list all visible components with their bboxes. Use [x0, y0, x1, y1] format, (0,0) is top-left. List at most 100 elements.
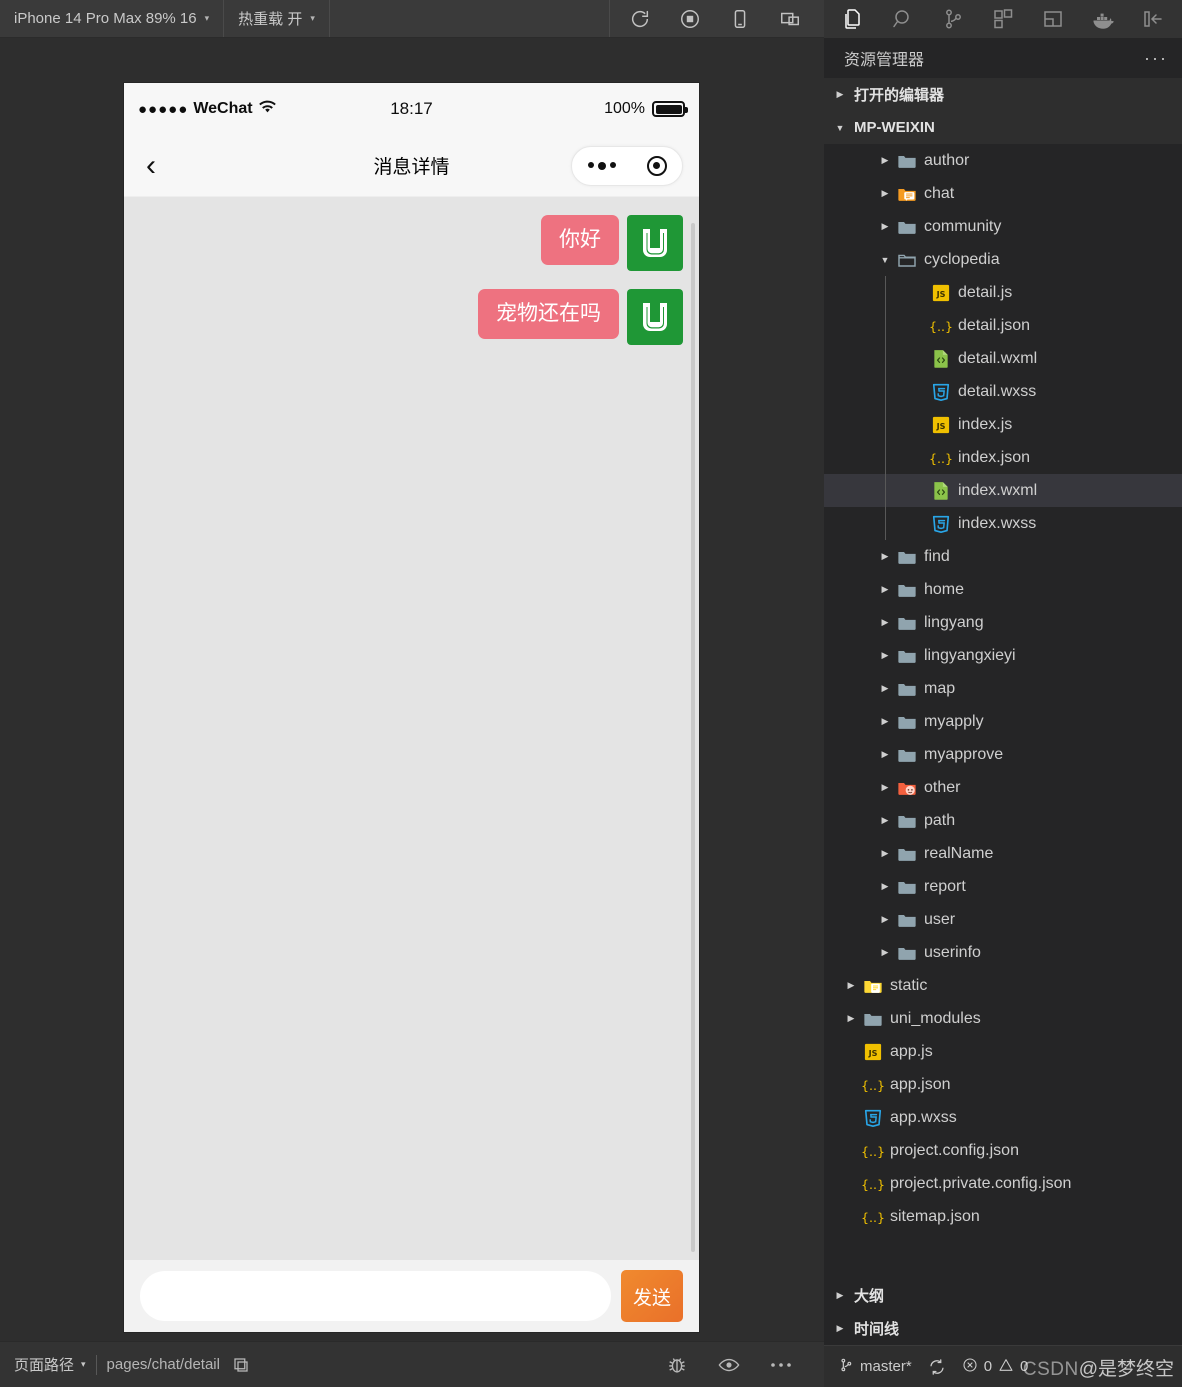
device-icon[interactable] — [728, 7, 752, 31]
chevron-right-icon[interactable]: ▶ — [842, 980, 860, 991]
git-branch-status[interactable]: master* — [838, 1357, 912, 1377]
tree-folder-row[interactable]: ▶ lingyangxieyi — [824, 639, 1182, 672]
hot-reload-selector[interactable]: 热重载 开 ▾ — [224, 0, 330, 37]
chevron-right-icon[interactable]: ▶ — [876, 881, 894, 892]
tree-file-row[interactable]: ▶{..} index.json — [824, 441, 1182, 474]
tree-folder-row[interactable]: ▶ chat — [824, 177, 1182, 210]
tree-folder-row[interactable]: ▶ other — [824, 771, 1182, 804]
chevron-right-icon[interactable]: ▶ — [876, 716, 894, 727]
chevron-right-icon[interactable]: ▶ — [876, 551, 894, 562]
tree-item-label: author — [924, 151, 970, 169]
tree-folder-row[interactable]: ▶ myapply — [824, 705, 1182, 738]
eye-icon[interactable] — [718, 1354, 740, 1376]
tree-file-row[interactable]: ▶ app.wxss — [824, 1101, 1182, 1134]
source-control-icon[interactable] — [928, 0, 978, 38]
tree-folder-row[interactable]: ▶ author — [824, 144, 1182, 177]
wxss-file-icon — [928, 382, 954, 402]
sync-icon[interactable] — [928, 1358, 946, 1376]
tree-folder-row[interactable]: ▶ user — [824, 903, 1182, 936]
tree-file-row[interactable]: ▶ index.wxml — [824, 474, 1182, 507]
tree-item-label: detail.json — [958, 316, 1031, 334]
tree-file-row[interactable]: ▶{..} detail.json — [824, 309, 1182, 342]
explorer-icon[interactable] — [828, 0, 878, 38]
page-path-selector[interactable]: 页面路径 ▾ — [14, 1354, 86, 1375]
tree-item-label: find — [924, 547, 950, 565]
tree-file-row[interactable]: ▶ JS index.js — [824, 408, 1182, 441]
copy-icon[interactable] — [230, 1354, 252, 1376]
tree-indent-spacer: ▶ — [842, 1145, 860, 1156]
device-selector[interactable]: iPhone 14 Pro Max 89% 16 ▾ — [0, 0, 225, 37]
chevron-right-icon[interactable]: ▶ — [876, 650, 894, 661]
more-icon[interactable] — [770, 1354, 792, 1376]
tree-folder-row[interactable]: ▶ find — [824, 540, 1182, 573]
tree-indent-spacer: ▶ — [842, 1178, 860, 1189]
avatar — [627, 215, 683, 271]
tree-folder-row[interactable]: ▶ map — [824, 672, 1182, 705]
file-tree[interactable]: ▶ author ▶ chat ▶ community ▼ cyclopedia ▶ JS deta… — [824, 144, 1182, 1279]
docker-icon[interactable] — [1078, 0, 1128, 38]
chevron-right-icon[interactable]: ▶ — [876, 749, 894, 760]
js-file-icon: JS — [928, 416, 954, 434]
search-icon[interactable] — [878, 0, 928, 38]
tree-file-row[interactable]: ▶{..} project.private.config.json — [824, 1167, 1182, 1200]
section-workspace[interactable]: ▼ MP-WEIXIN — [824, 111, 1182, 144]
more-icon[interactable] — [587, 161, 616, 170]
chevron-right-icon[interactable]: ▶ — [842, 1013, 860, 1024]
chat-scrollbar[interactable] — [691, 223, 695, 1252]
tree-file-row[interactable]: ▶ detail.wxml — [824, 342, 1182, 375]
back-icon[interactable]: ‹ — [140, 150, 162, 181]
tree-folder-row[interactable]: ▶ path — [824, 804, 1182, 837]
chevron-right-icon[interactable]: ▶ — [876, 221, 894, 232]
tree-folder-row[interactable]: ▼ cyclopedia — [824, 243, 1182, 276]
battery-percent: 100% — [604, 100, 645, 117]
stop-record-icon[interactable] — [678, 7, 702, 31]
tree-folder-row[interactable]: ▶ static — [824, 969, 1182, 1002]
chevron-right-icon[interactable]: ▶ — [876, 188, 894, 199]
multi-window-icon[interactable] — [778, 7, 802, 31]
tree-item-label: userinfo — [924, 943, 981, 961]
chevron-right-icon[interactable]: ▶ — [876, 782, 894, 793]
chevron-right-icon[interactable]: ▶ — [876, 155, 894, 166]
tree-file-row[interactable]: ▶ detail.wxss — [824, 375, 1182, 408]
tree-file-row[interactable]: ▶ index.wxss — [824, 507, 1182, 540]
problems-status[interactable]: 0 0 — [962, 1357, 1028, 1377]
tree-item-label: path — [924, 811, 956, 829]
chevron-down-icon[interactable]: ▼ — [876, 255, 894, 265]
collapse-sidebar-icon[interactable] — [1128, 0, 1178, 38]
tree-file-row[interactable]: ▶ JS app.js — [824, 1035, 1182, 1068]
tree-folder-row[interactable]: ▶ lingyang — [824, 606, 1182, 639]
chevron-right-icon[interactable]: ▶ — [876, 947, 894, 958]
chevron-right-icon[interactable]: ▶ — [876, 584, 894, 595]
tree-file-row[interactable]: ▶{..} project.config.json — [824, 1134, 1182, 1167]
extensions-icon[interactable] — [978, 0, 1028, 38]
chevron-right-icon[interactable]: ▶ — [876, 914, 894, 925]
tree-file-row[interactable]: ▶{..} sitemap.json — [824, 1200, 1182, 1233]
refresh-icon[interactable] — [628, 7, 652, 31]
tree-folder-row[interactable]: ▶ userinfo — [824, 936, 1182, 969]
tree-file-row[interactable]: ▶{..} app.json — [824, 1068, 1182, 1101]
tree-folder-row[interactable]: ▶ myapprove — [824, 738, 1182, 771]
close-target-icon[interactable] — [646, 155, 667, 176]
svg-text:{..}: {..} — [862, 1077, 884, 1092]
chevron-right-icon[interactable]: ▶ — [876, 617, 894, 628]
tree-folder-row[interactable]: ▶ uni_modules — [824, 1002, 1182, 1035]
wechat-capsule-menu[interactable] — [571, 145, 683, 186]
section-timeline[interactable]: ▶ 时间线 — [824, 1312, 1182, 1345]
folder-icon — [894, 547, 920, 567]
tree-folder-row[interactable]: ▶ home — [824, 573, 1182, 606]
section-open-editors[interactable]: ▶ 打开的编辑器 — [824, 78, 1182, 111]
layout-panel-icon[interactable] — [1028, 0, 1078, 38]
explorer-more-icon[interactable]: ··· — [1144, 48, 1168, 69]
message-input[interactable] — [140, 1271, 611, 1321]
tree-folder-row[interactable]: ▶ community — [824, 210, 1182, 243]
tree-file-row[interactable]: ▶ JS detail.js — [824, 276, 1182, 309]
chevron-right-icon[interactable]: ▶ — [876, 848, 894, 859]
chevron-right-icon[interactable]: ▶ — [876, 815, 894, 826]
tree-indent-spacer: ▶ — [910, 320, 928, 331]
debug-bug-icon[interactable] — [666, 1354, 688, 1376]
chevron-right-icon[interactable]: ▶ — [876, 683, 894, 694]
send-button[interactable]: 发送 — [621, 1270, 683, 1322]
section-outline[interactable]: ▶ 大纲 — [824, 1279, 1182, 1312]
tree-folder-row[interactable]: ▶ realName — [824, 837, 1182, 870]
tree-folder-row[interactable]: ▶ report — [824, 870, 1182, 903]
